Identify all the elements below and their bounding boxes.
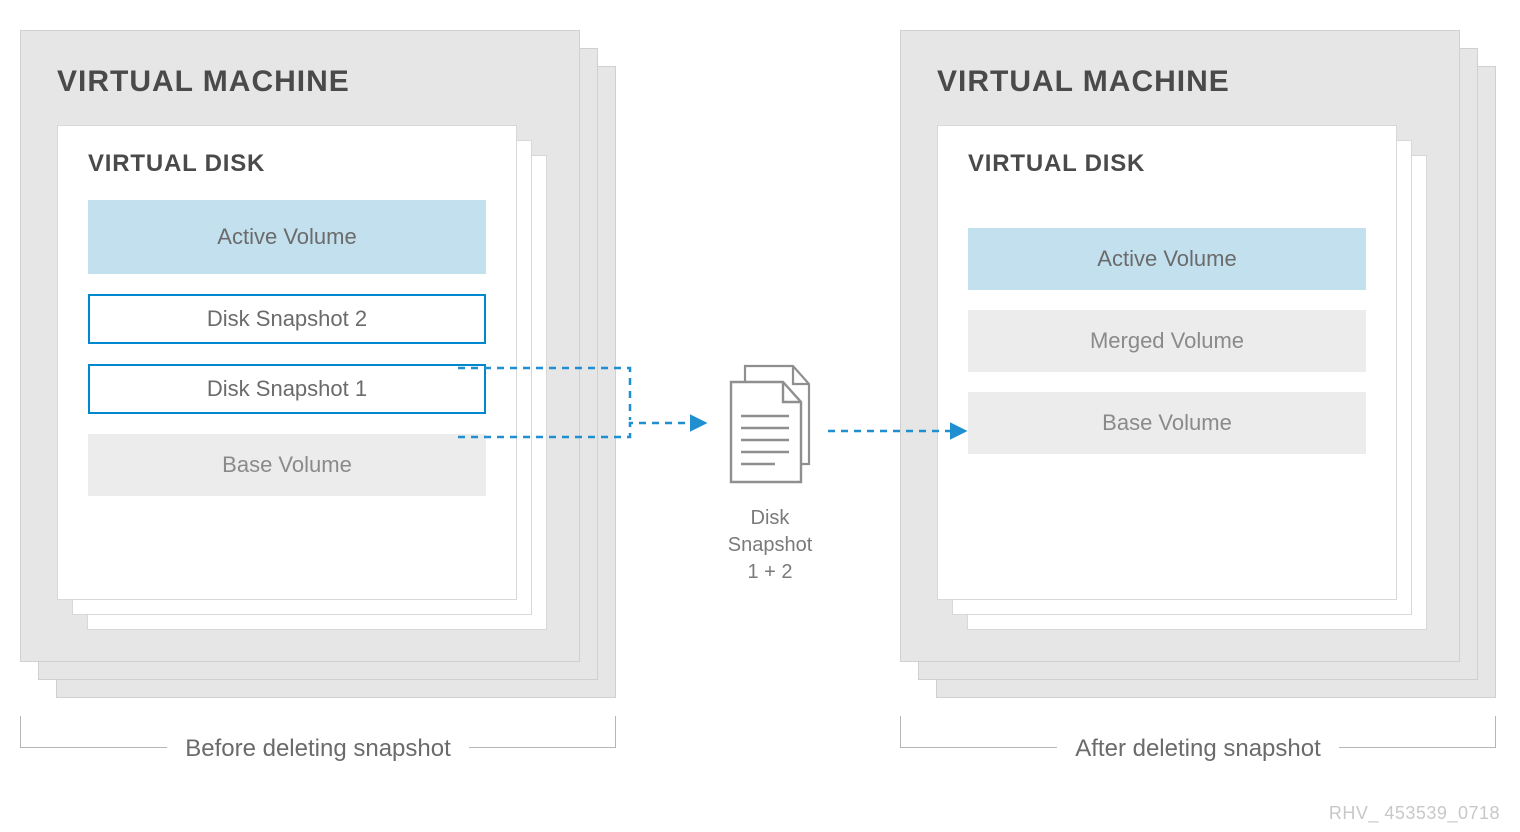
vm-before: VIRTUAL MACHINE VIRTUAL DISK Active Volu… [20,30,580,670]
caption-before: Before deleting snapshot [20,735,616,763]
disk-snapshot-1: Disk Snapshot 1 [88,364,486,414]
vm-title: VIRTUAL MACHINE [57,65,543,99]
figure-id: RHV_ 453539_0718 [1329,803,1500,824]
caption-text: Before deleting snapshot [167,735,469,763]
disk-snapshot-2: Disk Snapshot 2 [88,294,486,344]
caption-text: After deleting snapshot [1057,735,1339,763]
doc-label-line: Disk [751,507,790,529]
virtual-disk-group: VIRTUAL DISK Active Volume Disk Snapshot… [57,125,543,645]
disk-title: VIRTUAL DISK [968,150,1366,178]
doc-label-line: Snapshot [728,534,813,556]
disk-card-front: VIRTUAL DISK Active Volume Disk Snapshot… [57,125,517,600]
vm-card-front: VIRTUAL MACHINE VIRTUAL DISK Active Volu… [900,30,1460,662]
base-volume: Base Volume [968,392,1366,454]
active-volume: Active Volume [968,228,1366,290]
base-volume: Base Volume [88,434,486,496]
caption-after: After deleting snapshot [900,735,1496,763]
diagram-root: VIRTUAL MACHINE VIRTUAL DISK Active Volu… [0,0,1520,832]
disk-card-front: VIRTUAL DISK Active Volume Merged Volume… [937,125,1397,600]
doc-label-line: 1 + 2 [747,561,792,583]
disk-title: VIRTUAL DISK [88,150,486,178]
volume-list: Active Volume Merged Volume Base Volume [968,228,1366,454]
volume-list: Active Volume Disk Snapshot 2 Disk Snaps… [88,200,486,496]
vm-title: VIRTUAL MACHINE [937,65,1423,99]
merged-snapshot-doc: Disk Snapshot 1 + 2 [710,360,830,586]
active-volume: Active Volume [88,200,486,274]
document-stack-icon [715,360,825,490]
vm-card-front: VIRTUAL MACHINE VIRTUAL DISK Active Volu… [20,30,580,662]
virtual-disk-group: VIRTUAL DISK Active Volume Merged Volume… [937,125,1423,645]
merged-volume: Merged Volume [968,310,1366,372]
vm-after: VIRTUAL MACHINE VIRTUAL DISK Active Volu… [900,30,1460,670]
doc-label: Disk Snapshot 1 + 2 [710,505,830,586]
